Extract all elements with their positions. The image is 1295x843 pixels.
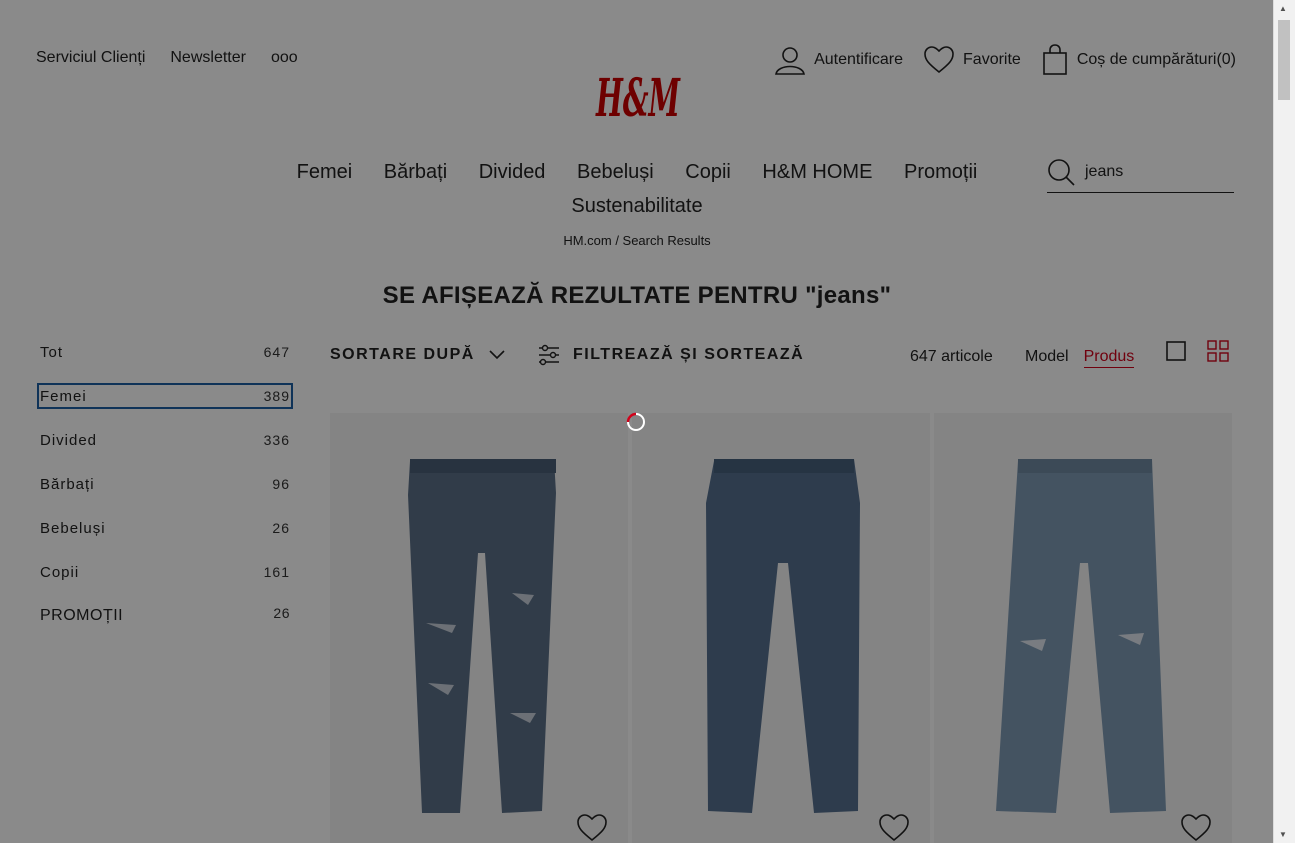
nav-item-sale[interactable]: Promoții [904,155,977,189]
product-image [408,459,556,813]
svg-text:H&M: H&M [595,68,681,126]
sidebar-item-count: 647 [263,344,290,360]
product-grid [330,413,1234,843]
product-image [996,459,1166,813]
scroll-down-arrow-icon[interactable]: ▼ [1279,830,1287,839]
sidebar-item-all[interactable]: Tot 647 [38,340,292,364]
product-image [706,459,860,813]
scroll-up-arrow-icon[interactable]: ▲ [1279,4,1287,13]
sidebar-item-count: 336 [263,432,290,448]
newsletter-link[interactable]: Newsletter [170,49,246,67]
nav-item-home[interactable]: H&M HOME [762,155,872,189]
results-toolbar: SORTARE DUPĂ FILTREAZĂ ȘI SORTEAZĂ 647 a… [330,340,1234,374]
nav-item-baby[interactable]: Bebeluși [577,155,654,189]
favorites-link[interactable]: Favorite [923,45,1021,75]
main-navigation: Femei Bărbați Divided Bebeluși Copii H&M… [280,155,994,223]
result-count: 647 articole [910,348,993,365]
sort-dropdown[interactable]: SORTARE DUPĂ [330,346,505,364]
sort-label: SORTARE DUPĂ [330,346,475,363]
view-product-option[interactable]: Produs [1083,348,1135,368]
sidebar-item-women[interactable]: Femei 389 [37,383,293,409]
filter-label: FILTREAZĂ ȘI SORTEAZĂ [573,346,805,363]
utility-links: Serviciul Clienți Newsletter ooo [36,49,298,67]
account-links: Autentificare Favorite Coș de cumpărătur… [774,44,1236,76]
login-link[interactable]: Autentificare [774,45,903,75]
sidebar-item-men[interactable]: Bărbați 96 [38,472,292,496]
sidebar-item-count: 26 [273,605,290,621]
sidebar-item-label: Copii [40,563,80,581]
heart-icon [924,46,954,74]
hm-logo-mark: H&M [595,68,681,129]
sidebar-item-label: Divided [40,431,98,449]
sidebar-item-kids[interactable]: Copii 161 [38,560,292,584]
sidebar-item-label: PROMOȚII [40,607,124,624]
cart-link[interactable]: Coș de cumpărături(0) [1041,44,1236,76]
user-icon [775,47,806,75]
sidebar-item-label: Bărbați [40,475,95,493]
view-model-option[interactable]: Model [1025,348,1069,368]
customer-service-link[interactable]: Serviciul Clienți [36,49,145,67]
heart-icon[interactable] [1180,813,1212,843]
sidebar-item-baby[interactable]: Bebeluși 26 [38,516,292,540]
chevron-down-icon [489,350,505,360]
heart-icon[interactable] [576,813,608,843]
filter-sliders-icon [539,344,559,366]
filter-button[interactable]: FILTREAZĂ ȘI SORTEAZĂ [537,343,804,367]
sidebar-item-count: 389 [263,388,290,404]
loading-spinner-icon [626,412,645,431]
sidebar-item-divided[interactable]: Divided 336 [38,428,292,452]
single-column-icon[interactable] [1165,340,1187,362]
search-icon[interactable] [1047,158,1075,186]
shopping-bag-icon [1043,44,1067,75]
nav-item-men[interactable]: Bărbați [384,155,447,189]
vertical-scrollbar[interactable]: ▲ ▼ [1273,0,1295,843]
more-menu-button[interactable]: ooo [271,49,298,67]
sidebar-item-label: Femei [40,387,87,405]
nav-item-sustainability[interactable]: Sustenabilitate [571,189,702,223]
grid-size-toggle [1165,340,1229,362]
favorites-label: Favorite [963,51,1021,68]
sidebar-item-count: 26 [272,520,290,536]
heart-icon[interactable] [878,813,910,843]
login-label: Autentificare [814,51,904,68]
breadcrumb[interactable]: HM.com / Search Results [0,233,1274,248]
search-input[interactable]: jeans [1085,163,1123,181]
grid-view-icon[interactable] [1207,340,1229,362]
nav-item-kids[interactable]: Copii [685,155,731,189]
page-title: SE AFIȘEAZĂ REZULTATE PENTRU "jeans" [382,282,892,309]
search-field[interactable]: jeans [1047,152,1234,193]
sidebar-item-count: 96 [272,476,290,492]
cart-label: Coș de cumpărături(0) [1076,51,1236,68]
nav-item-divided[interactable]: Divided [479,155,546,189]
product-card[interactable] [632,413,930,843]
nav-item-women[interactable]: Femei [297,155,353,189]
sidebar-item-label: Bebeluși [40,519,106,537]
product-card[interactable] [330,413,628,843]
product-card[interactable] [934,413,1232,843]
hm-logo[interactable]: H&M [594,64,682,129]
sidebar-item-count: 161 [263,564,290,580]
category-sidebar: Tot 647 Femei 389 Divided 336 Bărbați 96… [37,340,293,648]
image-view-toggle: Model Produs [1025,348,1135,368]
sidebar-item-sale[interactable]: PROMOȚII 26 [38,604,292,628]
scrollbar-thumb[interactable] [1278,20,1290,100]
sidebar-item-label: Tot [40,343,64,361]
